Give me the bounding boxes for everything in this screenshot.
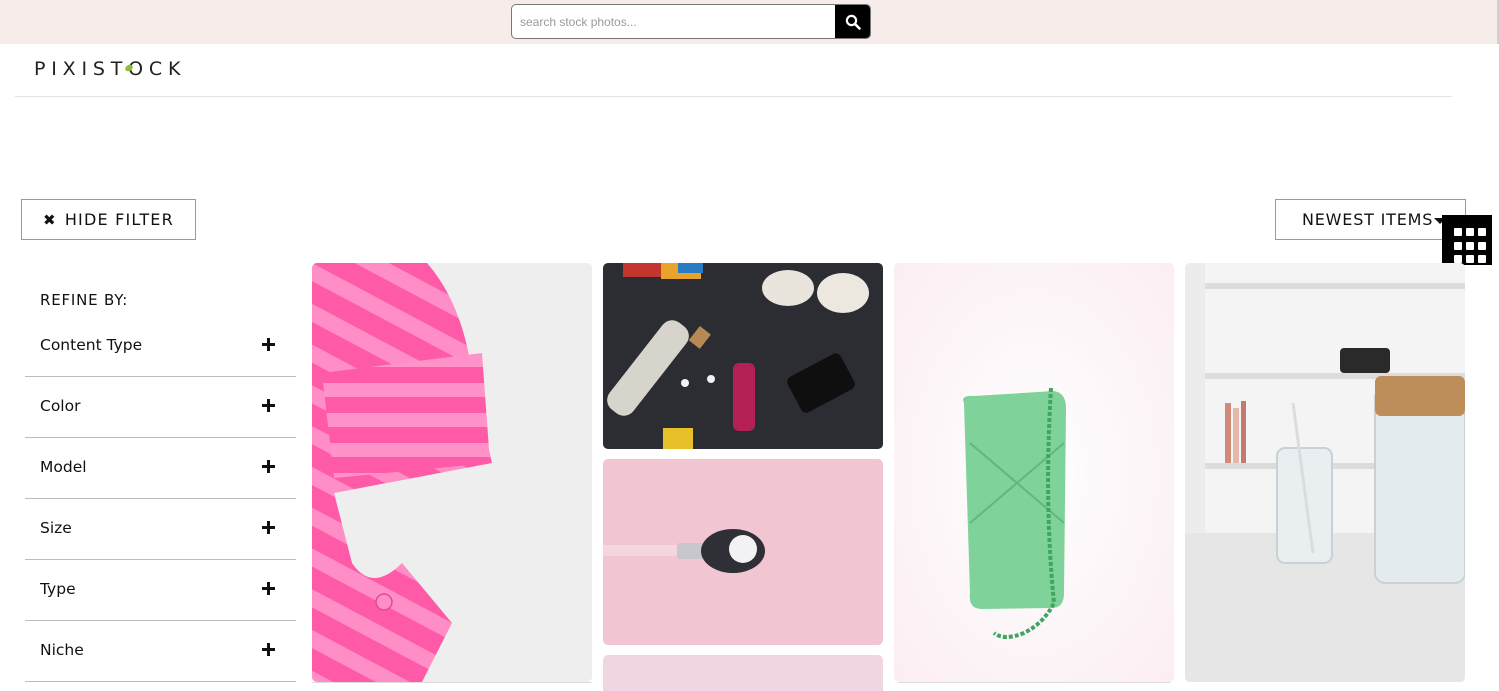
plus-icon <box>262 643 275 656</box>
logo-leaf-icon <box>125 64 133 72</box>
filter-label: Content Type <box>40 336 143 354</box>
plus-icon <box>262 399 275 412</box>
top-search-bar <box>0 0 1499 44</box>
filter-label: Niche <box>40 641 84 659</box>
photo-tile-partial[interactable] <box>603 655 883 691</box>
plus-icon <box>262 521 275 534</box>
header-divider <box>15 96 1452 97</box>
photo-partial <box>603 655 883 691</box>
filter-label: Color <box>40 397 81 415</box>
photo-tile-makeup-brush[interactable] <box>603 459 883 645</box>
sort-dropdown[interactable]: NEWEST ITEMS <box>1275 199 1466 240</box>
grid-dot <box>1454 241 1462 250</box>
close-icon: ✖ <box>43 210 57 229</box>
filter-label: Type <box>40 580 76 598</box>
plus-icon <box>262 582 275 595</box>
card-divider <box>898 682 1170 683</box>
photo-glass-jars <box>1185 263 1465 682</box>
filter-label: Model <box>40 458 87 476</box>
refine-heading: REFINE BY: <box>40 291 129 309</box>
photo-tile-green-bag[interactable] <box>894 263 1174 682</box>
photo-tile-glass-jars[interactable] <box>1185 263 1465 682</box>
hide-filter-button[interactable]: ✖ HIDE FILTER <box>21 199 196 240</box>
grid-dot <box>1478 255 1486 264</box>
grid-dot <box>1466 241 1474 250</box>
filter-label: Size <box>40 519 72 537</box>
card-divider <box>312 682 592 683</box>
photo-tile-pink-shirt[interactable] <box>312 263 592 682</box>
search-button[interactable] <box>835 5 870 38</box>
photo-fitness-flatlay <box>603 263 883 449</box>
filter-type[interactable]: Type <box>25 560 296 621</box>
search-input[interactable] <box>512 5 836 38</box>
search-icon <box>845 14 861 30</box>
filter-model[interactable]: Model <box>25 438 296 499</box>
sort-dropdown-label: NEWEST ITEMS <box>1302 210 1434 229</box>
filter-size[interactable]: Size <box>25 499 296 560</box>
grid-dot <box>1454 228 1462 236</box>
photo-tile-fitness-flatlay[interactable] <box>603 263 883 449</box>
plus-icon <box>262 338 275 351</box>
grid-dot <box>1466 228 1474 236</box>
filter-niche[interactable]: Niche <box>25 621 296 682</box>
photo-makeup-brush <box>603 459 883 645</box>
filter-content-type[interactable]: Content Type <box>25 316 296 377</box>
filter-list: Content Type Color Model Size Type Niche <box>25 316 296 682</box>
grid-view-toggle[interactable] <box>1442 215 1492 265</box>
grid-dot <box>1466 255 1474 264</box>
site-logo[interactable]: PIXISTOCK <box>34 58 186 80</box>
filter-color[interactable]: Color <box>25 377 296 438</box>
search-box <box>511 4 871 39</box>
hide-filter-label: HIDE FILTER <box>64 210 174 229</box>
grid-dot <box>1478 241 1486 250</box>
photo-green-bag <box>894 263 1174 682</box>
grid-dot <box>1478 228 1486 236</box>
photo-pink-shirt <box>312 263 592 682</box>
plus-icon <box>262 460 275 473</box>
